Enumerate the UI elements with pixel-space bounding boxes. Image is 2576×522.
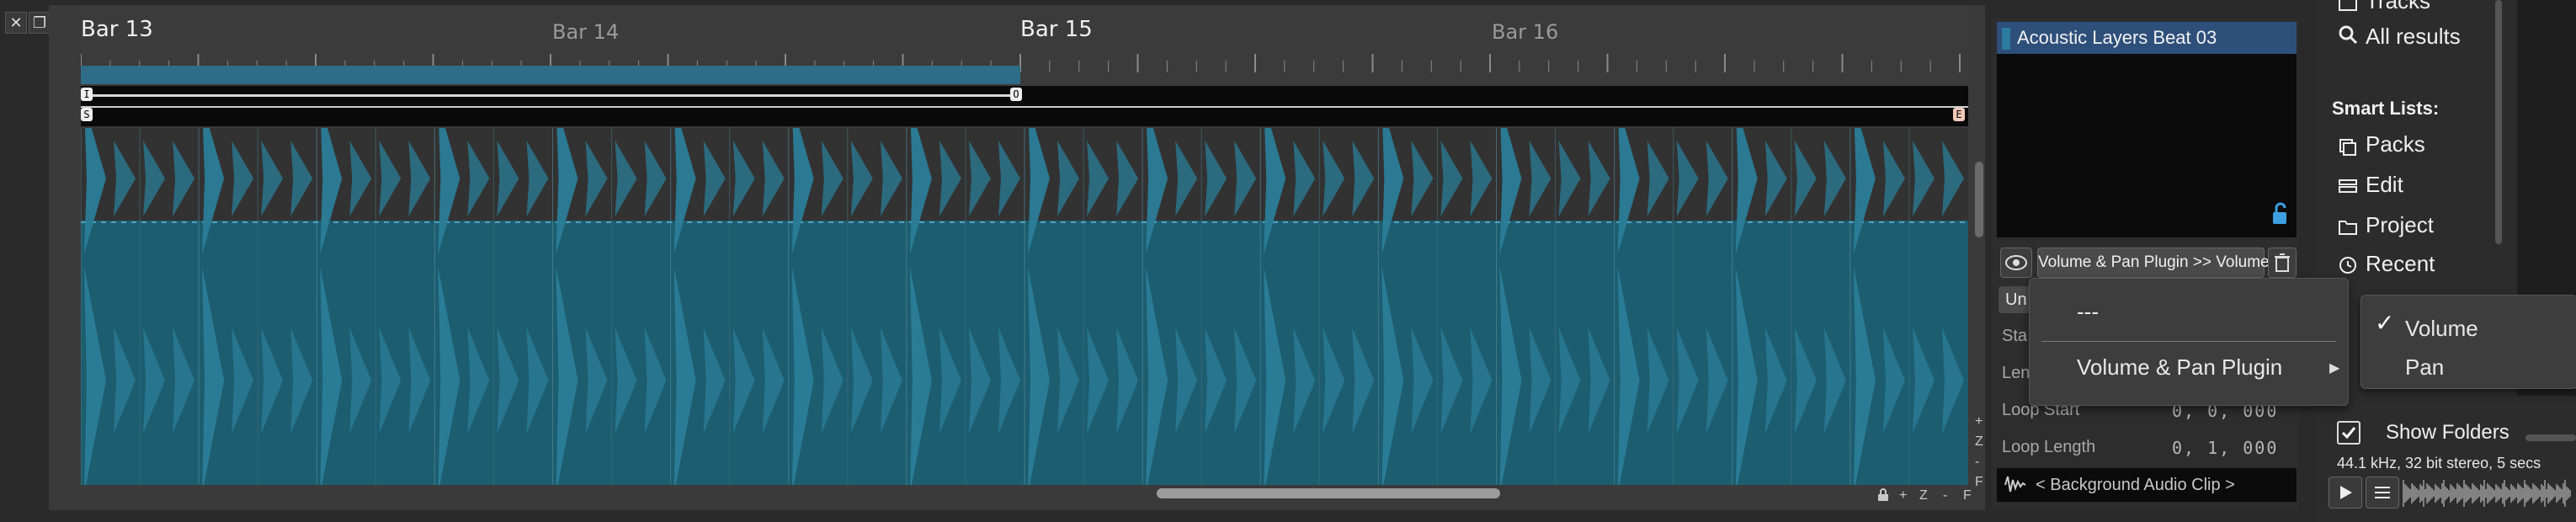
smart-list-packs[interactable]: Packs [2366,131,2425,157]
start-marker[interactable]: S [81,108,93,121]
show-folders-checkbox[interactable] [2337,421,2360,445]
bar-label: Bar 16 [1492,20,1559,44]
prop-label: Sta [2002,327,2028,345]
waveform-icon [2004,468,2027,514]
marker-lane[interactable] [81,86,1968,126]
browser-scrollbar[interactable] [2495,0,2502,244]
zoom-out-h-button[interactable]: - [1943,488,1947,503]
horizontal-scrollbar[interactable] [1157,488,1500,498]
smart-list-project[interactable]: Project [2366,212,2434,238]
zoom-fit-button[interactable]: Z [1975,434,1983,450]
tracks-item[interactable]: Tracks [2366,0,2430,14]
close-icon[interactable]: ✕ [5,12,27,34]
smart-lists-heading: Smart Lists: [2332,98,2440,119]
play-icon[interactable] [2329,477,2362,509]
plugin-param-submenu: ✓ Volume Pan [2360,295,2576,389]
project-folder-icon [2337,216,2359,237]
clip-editor: Bar 13 Bar 14 Bar 15 Bar 16 I O S E + Z … [49,5,1985,510]
clip-preview [1997,54,2297,237]
all-results-item[interactable]: All results [2366,24,2461,50]
menu-separator [2041,341,2336,342]
zoom-in-button[interactable]: + [1975,414,1983,429]
lock-icon[interactable] [1877,488,1889,502]
automation-bar: Volume & Pan Plugin >> Volume [2000,246,2297,280]
zoom-in-h-button[interactable]: + [1899,488,1907,503]
file-info: 44.1 kHz, 32 bit stereo, 5 secs [2337,455,2541,471]
browser-zoom-slider[interactable] [2525,434,2576,441]
bar-label: Bar 13 [81,17,153,42]
audio-clip[interactable] [81,128,1968,485]
waveform [81,128,1968,485]
submenu-arrow-icon: ▶ [2329,361,2340,376]
folder-icon [2337,0,2359,13]
zoom-out-button[interactable]: - [1975,455,1979,470]
background-clip-field[interactable]: < Background Audio Clip > [1997,468,2297,502]
loop-length-value[interactable]: 0, 1, 000 [2172,438,2278,458]
file-waveform-preview[interactable] [2403,477,2576,510]
zoom-full-button[interactable]: F [1975,475,1983,490]
vertical-scrollbar[interactable] [1975,162,1983,237]
automation-param-button[interactable]: Volume & Pan Plugin >> Volume [2037,248,2270,278]
bar-label: Bar 14 [552,20,620,44]
show-folders-label: Show Folders [2386,421,2509,444]
submenu-item-pan[interactable]: Pan [2405,354,2444,381]
clip-name: Acoustic Layers Beat 03 [2017,27,2217,48]
smart-list-edit[interactable]: Edit [2366,172,2403,198]
bar-label: Bar 15 [1020,17,1093,42]
menu-item-none[interactable]: --- [2077,299,2099,325]
trash-icon[interactable] [2268,248,2297,278]
packs-icon [2337,135,2359,157]
submenu-item-volume[interactable]: Volume [2405,316,2478,342]
background-clip-label: < Background Audio Clip > [2036,476,2235,494]
end-marker[interactable]: E [1953,108,1965,121]
clip-color-swatch [2002,28,2010,51]
eye-icon[interactable] [2000,248,2032,278]
prop-label: Loop Length [2002,438,2096,456]
menu-icon[interactable] [2366,477,2399,509]
smart-list-recent[interactable]: Recent [2366,251,2435,277]
clip-name-header[interactable]: Acoustic Layers Beat 03 [1997,22,2297,54]
checkmark-icon: ✓ [2375,310,2395,336]
out-marker[interactable]: O [1010,88,1022,101]
search-icon [2337,24,2359,45]
zoom-fit-h-button[interactable]: Z [1919,488,1928,503]
loop-range[interactable] [81,66,1020,84]
restore-icon[interactable]: ❐ [29,12,51,34]
automation-param-menu: --- Volume & Pan Plugin ▶ [2029,278,2349,406]
menu-item-volume-pan-plugin[interactable]: Volume & Pan Plugin [2077,354,2282,381]
zoom-full-h-button[interactable]: F [1963,488,1972,503]
prop-label: Len [2002,364,2030,382]
edit-icon [2337,175,2359,197]
in-marker[interactable]: I [81,88,93,101]
unlock-icon[interactable] [2271,202,2288,230]
recent-icon [2337,254,2359,276]
